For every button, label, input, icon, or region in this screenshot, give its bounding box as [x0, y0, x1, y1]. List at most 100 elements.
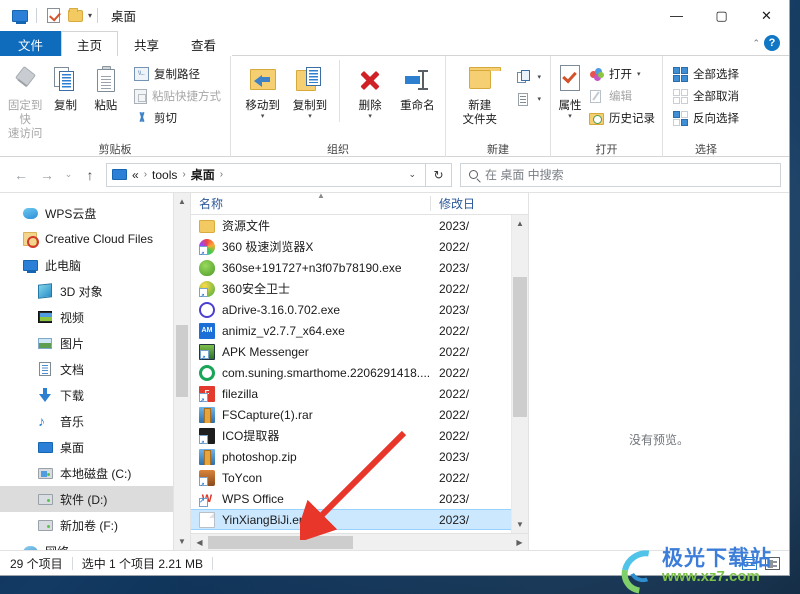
file-list[interactable]: 资源文件 2023/ 360 极速浏览器X 2022/	[191, 215, 528, 533]
sidebar-item-music[interactable]: ♪ 音乐	[0, 408, 190, 434]
sidebar-item-this-pc[interactable]: 此电脑	[0, 252, 190, 278]
forward-button[interactable]: →	[34, 162, 60, 188]
copy-to-button[interactable]: 复制到 ▾	[287, 60, 332, 120]
tiles-view-icon[interactable]	[764, 555, 781, 572]
horizontal-scrollbar[interactable]: ◀ ▶	[191, 533, 528, 550]
properties-button[interactable]: 属性 ▾	[557, 60, 583, 120]
sidebar-item-pictures[interactable]: 图片	[0, 330, 190, 356]
table-row[interactable]: FSCapture(1).rar 2022/	[191, 404, 528, 425]
scrollbar-thumb[interactable]	[513, 277, 527, 417]
help-icon[interactable]: ?	[764, 35, 780, 51]
sidebar-item-wps-cloud[interactable]: WPS云盘	[0, 200, 190, 226]
copy-path-button[interactable]: \\.. 复制路径	[130, 63, 225, 85]
table-row[interactable]: F filezilla 2022/	[191, 383, 528, 404]
table-row[interactable]: 资源文件 2023/	[191, 215, 528, 236]
rename-button[interactable]: 重命名	[395, 60, 440, 113]
breadcrumb[interactable]: « › tools › 桌面 › ⌄	[106, 162, 426, 187]
new-folder-button[interactable]: 新建 文件夹	[454, 60, 505, 127]
chevron-down-icon[interactable]: ▾	[568, 113, 572, 120]
chevron-down-icon[interactable]: ▾	[308, 113, 312, 120]
paste-shortcut-button[interactable]: 粘贴快捷方式	[130, 85, 225, 107]
tab-view[interactable]: 查看	[175, 31, 232, 56]
new-item-button[interactable]: ▾	[513, 66, 545, 88]
table-row[interactable]: APK Messenger 2022/	[191, 341, 528, 362]
sidebar-item-3d-objects[interactable]: 3D 对象	[0, 278, 190, 304]
sidebar-item-desktop[interactable]: 桌面	[0, 434, 190, 460]
recent-locations-button[interactable]: ⌄	[60, 162, 77, 188]
sidebar-item-software-d[interactable]: 软件 (D:)	[0, 486, 190, 512]
monitor-icon[interactable]	[9, 5, 31, 27]
scroll-right-icon[interactable]: ▶	[511, 534, 528, 551]
chevron-down-icon[interactable]: ⌄	[408, 169, 421, 180]
select-none-button[interactable]: 全部取消	[669, 85, 743, 107]
table-row[interactable]: aDrive-3.16.0.702.exe 2023/	[191, 299, 528, 320]
breadcrumb-desktop[interactable]: 桌面	[188, 166, 218, 183]
file-name: 360se+191727+n3f07b78190.exe	[222, 260, 402, 275]
scroll-left-icon[interactable]: ◀	[191, 534, 208, 551]
table-row[interactable]: com.suning.smarthome.2206291418.... 2022…	[191, 362, 528, 383]
breadcrumb-tools[interactable]: tools	[149, 168, 180, 182]
chevron-down-icon[interactable]: ▾	[537, 74, 541, 81]
table-row[interactable]: ToYcon 2022/	[191, 467, 528, 488]
table-row[interactable]: YinXiangBiJi.enex 2023/	[191, 509, 528, 530]
copy-button[interactable]: 复制	[45, 60, 85, 113]
file-list-scrollbar[interactable]: ▲ ▼	[511, 215, 528, 533]
move-to-button[interactable]: 移动到 ▾	[240, 60, 285, 120]
cut-button[interactable]: 剪切	[130, 107, 225, 129]
sidebar-item-downloads[interactable]: 下载	[0, 382, 190, 408]
sidebar-item-new-volume-f[interactable]: 新加卷 (F:)	[0, 512, 190, 538]
back-button[interactable]: ←	[8, 162, 34, 188]
sidebar-item-local-disk-c[interactable]: 本地磁盘 (C:)	[0, 460, 190, 486]
scrollbar-track[interactable]	[208, 534, 511, 551]
column-header-date[interactable]: 修改日	[431, 193, 528, 214]
new-folder-icon[interactable]	[64, 5, 86, 27]
tab-home[interactable]: 主页	[61, 31, 119, 56]
table-row[interactable]: 360 极速浏览器X 2022/	[191, 236, 528, 257]
paste-button[interactable]: 粘贴	[86, 60, 126, 113]
column-header-name[interactable]: 名称 ▲	[191, 191, 431, 214]
collapse-ribbon-icon[interactable]: ⌃	[752, 38, 760, 49]
table-row[interactable]: 360se+191727+n3f07b78190.exe 2023/	[191, 257, 528, 278]
pin-to-quick-access-button[interactable]: 固定到快 速访问	[5, 60, 45, 141]
chevron-down-icon[interactable]: ▾	[88, 11, 92, 20]
select-all-button[interactable]: 全部选择	[669, 63, 743, 85]
scroll-up-icon[interactable]: ▲	[512, 215, 528, 232]
nav-scrollbar[interactable]: ▲ ▼	[173, 193, 190, 550]
breadcrumb-root[interactable]: «	[129, 168, 142, 182]
details-view-icon[interactable]	[741, 555, 758, 572]
scrollbar-thumb[interactable]	[176, 325, 188, 397]
maximize-button[interactable]: ▢	[699, 0, 744, 31]
chevron-right-icon[interactable]: ›	[218, 169, 225, 180]
refresh-button[interactable]: ↻	[426, 162, 452, 187]
history-button[interactable]: 历史记录	[585, 107, 659, 129]
table-row[interactable]: ICO提取器 2022/	[191, 425, 528, 446]
scrollbar-thumb[interactable]	[208, 535, 353, 549]
search-input[interactable]: 在 桌面 中搜索	[460, 162, 781, 187]
chevron-down-icon[interactable]: ▾	[368, 113, 372, 120]
table-row[interactable]: W WPS Office 2023/	[191, 488, 528, 509]
sidebar-item-creative-cloud[interactable]: Creative Cloud Files	[0, 226, 190, 252]
sidebar-item-documents[interactable]: 文档	[0, 356, 190, 382]
scroll-down-icon[interactable]: ▼	[174, 533, 190, 550]
edit-button[interactable]: 编辑	[585, 85, 659, 107]
open-button[interactable]: 打开 ▾	[585, 63, 659, 85]
chevron-down-icon[interactable]: ▾	[637, 71, 641, 78]
tab-file[interactable]: 文件	[0, 31, 62, 56]
easy-access-button[interactable]: ▾	[513, 88, 545, 110]
table-row[interactable]: AM animiz_v2.7.7_x64.exe 2022/	[191, 320, 528, 341]
sidebar-item-videos[interactable]: 视频	[0, 304, 190, 330]
invert-selection-button[interactable]: 反向选择	[669, 107, 743, 129]
chevron-down-icon[interactable]: ▾	[261, 113, 265, 120]
scroll-up-icon[interactable]: ▲	[174, 193, 190, 210]
tab-share[interactable]: 共享	[118, 31, 175, 56]
properties-icon[interactable]	[42, 5, 64, 27]
up-button[interactable]: ↑	[77, 162, 103, 188]
minimize-button[interactable]: —	[654, 0, 699, 31]
chevron-down-icon[interactable]: ▾	[537, 96, 541, 103]
delete-button[interactable]: 删除 ▾	[347, 60, 392, 120]
table-row[interactable]: photoshop.zip 2023/	[191, 446, 528, 467]
scroll-down-icon[interactable]: ▼	[512, 516, 528, 533]
sidebar-item-network[interactable]: 网络	[0, 538, 190, 550]
table-row[interactable]: 360安全卫士 2022/	[191, 278, 528, 299]
close-button[interactable]: ✕	[744, 0, 789, 31]
